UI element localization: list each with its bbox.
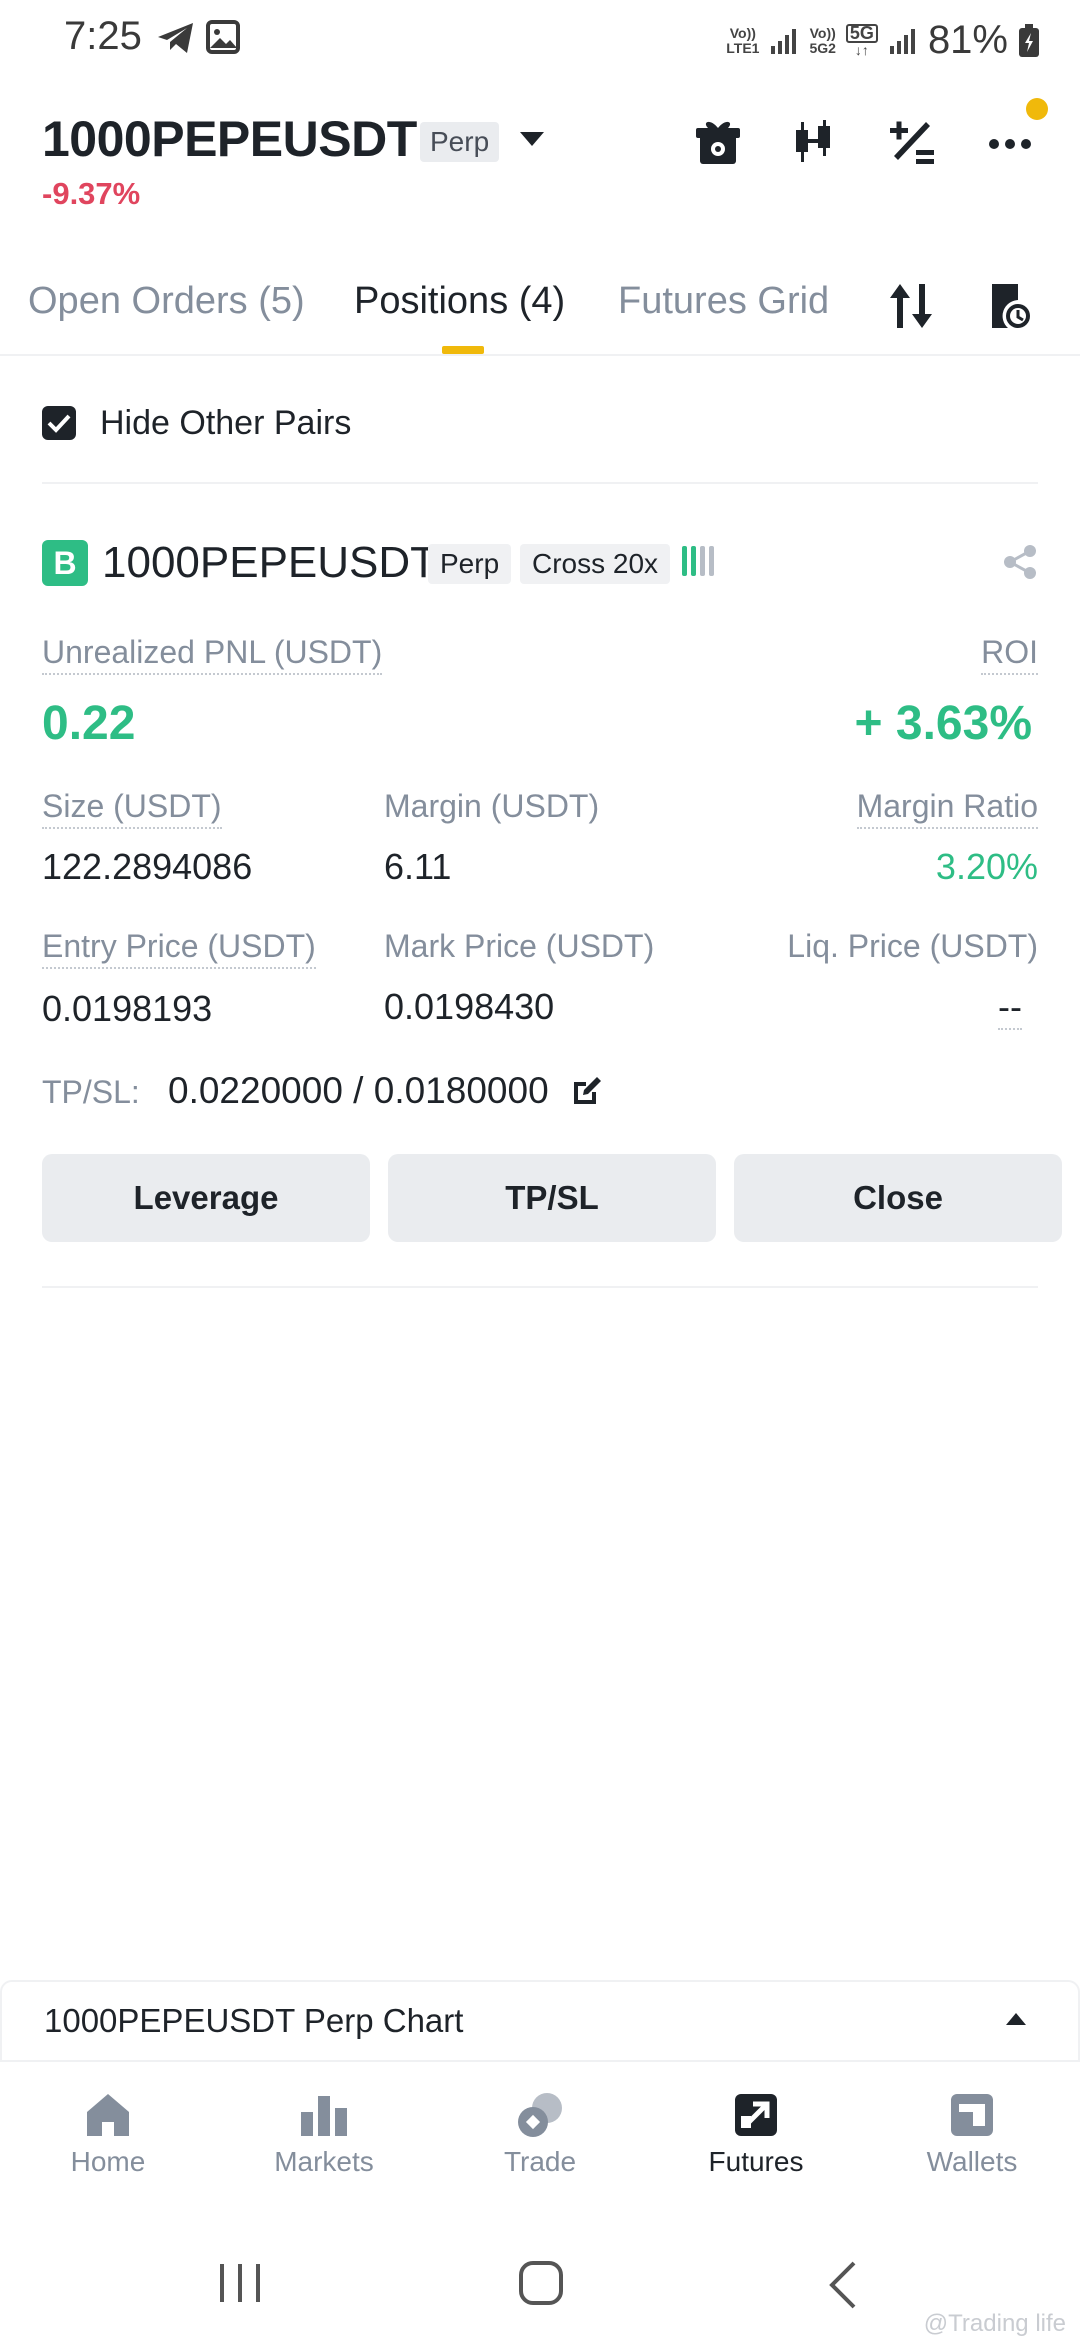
nav-wallets-label: Wallets	[926, 2146, 1018, 2177]
trade-icon	[518, 2093, 562, 2137]
nav-futures-label: Futures	[708, 2146, 804, 2177]
contract-type-tag: Perp	[428, 544, 512, 584]
signal-icon	[771, 28, 797, 54]
sim2-indicator: Vo)) 5G2	[809, 24, 836, 56]
nav-home-label: Home	[70, 2146, 146, 2177]
markets-icon	[301, 2096, 347, 2136]
chart-drawer[interactable]: 1000PEPEUSDT Perp Chart	[0, 1980, 1080, 2062]
orders-tabs: Open Orders (5) Positions (4) Futures Gr…	[0, 260, 1080, 356]
recent-apps-icon[interactable]	[216, 2260, 264, 2306]
roi-value: + 3.63%	[854, 697, 1032, 750]
futures-icon	[735, 2094, 777, 2136]
position-symbol[interactable]: 1000PEPEUSDT	[102, 538, 437, 588]
size-value: 122.2894086	[42, 846, 253, 887]
hide-other-pairs-label: Hide Other Pairs	[100, 403, 352, 442]
tab-positions[interactable]: Positions (4)	[354, 280, 565, 323]
order-history-icon[interactable]	[988, 280, 1032, 332]
home-icon	[87, 2094, 129, 2136]
active-tab-indicator	[442, 346, 484, 354]
nav-markets-label: Markets	[274, 2146, 374, 2177]
divider	[42, 482, 1038, 484]
sim1-indicator: Vo)) LTE1	[726, 24, 760, 56]
notification-dot	[1026, 98, 1048, 120]
margin-value: 6.11	[384, 846, 452, 887]
bottom-navigation: Home Markets Trade Futures Wallets	[0, 2064, 1080, 2214]
unrealized-pnl-value: 0.22	[42, 697, 136, 750]
symbol-selector[interactable]: 1000PEPEUSDT	[42, 110, 417, 168]
contract-type-tag: Perp	[420, 122, 500, 162]
home-button-icon[interactable]	[518, 2260, 564, 2306]
battery-charging-icon	[1019, 23, 1039, 57]
size-label[interactable]: Size (USDT)	[42, 788, 222, 829]
chevron-up-icon[interactable]	[1006, 2012, 1026, 2026]
liq-price-value[interactable]: --	[998, 986, 1022, 1030]
margin-ratio-value: 3.20%	[935, 846, 1038, 887]
close-position-button[interactable]: Close	[734, 1154, 1062, 1242]
hide-other-pairs-toggle[interactable]: Hide Other Pairs	[42, 398, 351, 448]
status-bar: 7:25 Vo)) LTE1 Vo)) 5G2 5G ↓↑ 81%	[0, 0, 1080, 80]
unrealized-pnl-label[interactable]: Unrealized PNL (USDT)	[42, 634, 383, 675]
nav-markets[interactable]: Markets	[234, 2090, 414, 2178]
system-navigation: @Trading life	[0, 2224, 1080, 2340]
candlestick-chart-icon[interactable]	[786, 114, 842, 170]
checkmark-icon	[47, 414, 71, 433]
nav-home[interactable]: Home	[18, 2090, 198, 2178]
market-header: 1000PEPEUSDT Perp -9.37%	[0, 98, 1080, 220]
back-icon[interactable]	[828, 2260, 858, 2310]
gallery-icon	[206, 20, 240, 54]
calculator-icon[interactable]	[884, 114, 940, 170]
tpsl-value: 0.0220000 / 0.0180000	[168, 1070, 549, 1111]
mark-price-label: Mark Price (USDT)	[384, 928, 655, 964]
sort-icon[interactable]	[886, 280, 936, 332]
signal-icon	[889, 28, 915, 54]
side-badge: B	[42, 540, 88, 586]
tab-futures-grid[interactable]: Futures Grid	[618, 280, 829, 323]
nav-trade-label: Trade	[503, 2146, 577, 2177]
roi-label[interactable]: ROI	[981, 634, 1038, 675]
chevron-down-icon[interactable]	[520, 132, 544, 148]
margin-ratio-label[interactable]: Margin Ratio	[856, 788, 1038, 829]
entry-price-label[interactable]: Entry Price (USDT)	[42, 928, 316, 969]
status-time: 7:25	[64, 14, 142, 58]
margin-mode-tag: Cross 20x	[520, 544, 671, 584]
more-icon[interactable]	[982, 114, 1038, 170]
gift-icon[interactable]	[690, 114, 746, 170]
nav-trade[interactable]: Trade	[450, 2090, 630, 2178]
tpsl-button[interactable]: TP/SL	[388, 1154, 716, 1242]
margin-label: Margin (USDT)	[384, 788, 600, 824]
tab-open-orders[interactable]: Open Orders (5)	[28, 280, 305, 323]
divider	[42, 1286, 1038, 1288]
watermark: @Trading life	[923, 2310, 1066, 2337]
nav-futures[interactable]: Futures	[666, 2090, 846, 2178]
nav-wallets[interactable]: Wallets	[882, 2090, 1062, 2178]
mark-price-value: 0.0198430	[384, 986, 555, 1027]
battery-percent: 81%	[927, 18, 1008, 62]
tpsl-label: TP/SL:	[42, 1074, 140, 1110]
hide-other-pairs-checkbox[interactable]	[42, 406, 76, 440]
leverage-button[interactable]: Leverage	[42, 1154, 370, 1242]
wallets-icon	[951, 2094, 993, 2136]
5g-indicator: 5G ↓↑	[845, 23, 878, 58]
telegram-icon	[158, 23, 193, 53]
position-header: B 1000PEPEUSDT Perp Cross 20x	[42, 534, 1038, 590]
adl-indicator	[682, 546, 714, 576]
entry-price-value: 0.0198193	[42, 988, 213, 1029]
liq-price-label: Liq. Price (USDT)	[787, 928, 1038, 964]
status-right: Vo)) LTE1 Vo)) 5G2 5G ↓↑ 81%	[726, 18, 1040, 63]
chart-drawer-label: 1000PEPEUSDT Perp Chart	[44, 2002, 464, 2039]
edit-icon[interactable]	[570, 1074, 604, 1108]
price-change: -9.37%	[42, 176, 141, 211]
share-icon[interactable]	[1002, 544, 1038, 580]
